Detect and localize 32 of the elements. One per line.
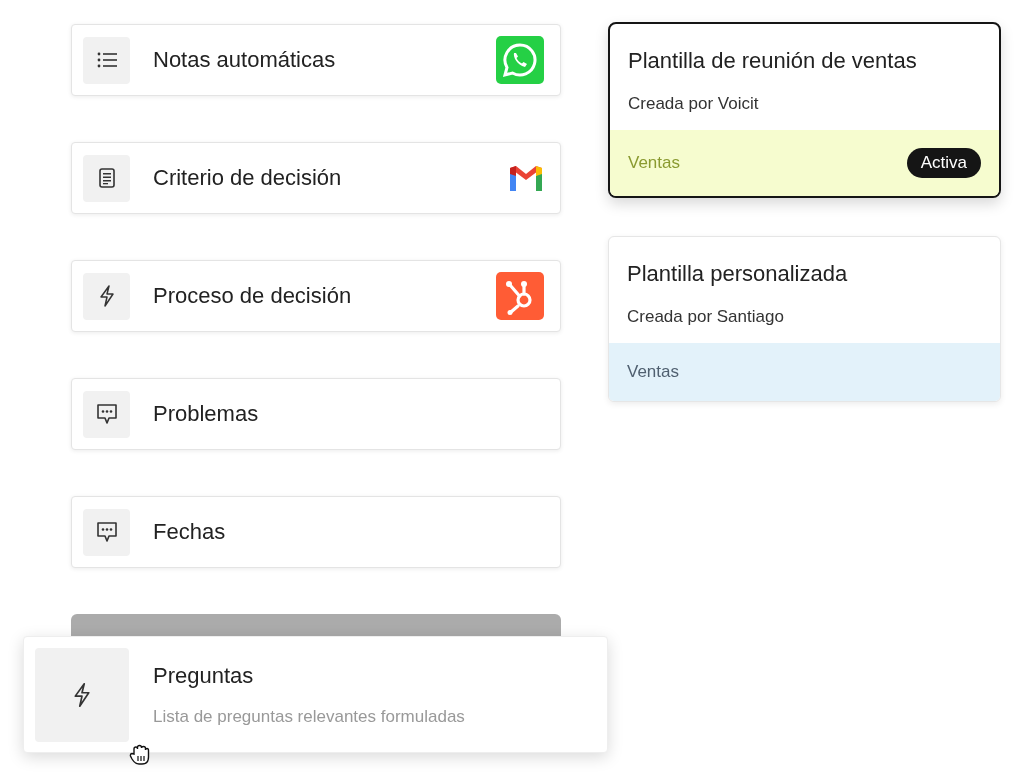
document-icon bbox=[98, 168, 115, 188]
section-label: Proceso de decisión bbox=[153, 283, 353, 309]
section-label: Problemas bbox=[153, 401, 260, 427]
template-author: Creada por Voicit bbox=[628, 94, 760, 114]
chat-icon bbox=[95, 403, 118, 425]
section-title: Preguntas bbox=[153, 662, 255, 689]
template-card[interactable]: Plantilla personalizada Creada por Santiago Ventas bbox=[608, 236, 1001, 402]
status-badge: Activa bbox=[906, 148, 981, 178]
template-title: Plantilla de reunión de ventas bbox=[628, 48, 918, 74]
template-title: Plantilla personalizada bbox=[627, 261, 849, 287]
section-description: Lista de preguntas relevantes formuladas bbox=[153, 706, 465, 727]
list-icon bbox=[96, 52, 117, 68]
category-label: Ventas bbox=[627, 362, 679, 382]
section-card[interactable]: Fechas bbox=[71, 496, 561, 568]
bolt-icon bbox=[98, 285, 115, 307]
section-label: Notas automáticas bbox=[153, 47, 337, 73]
category-label: Ventas bbox=[628, 153, 680, 173]
section-card[interactable]: Notas automáticas bbox=[71, 24, 561, 96]
grab-cursor-icon bbox=[129, 744, 151, 766]
template-card[interactable]: Plantilla de reunión de ventas Creada por Voicit Ventas Activa bbox=[608, 22, 1001, 198]
section-card[interactable]: Criterio de decisión bbox=[71, 142, 561, 214]
template-author: Creada por Santiago bbox=[627, 307, 785, 327]
bolt-icon bbox=[73, 681, 91, 708]
mail-icon bbox=[508, 164, 544, 192]
chat-bubble-icon bbox=[496, 36, 544, 84]
dragged-section-card[interactable]: Preguntas Lista de preguntas relevantes formuladas bbox=[23, 636, 608, 753]
sprocket-icon bbox=[496, 272, 544, 320]
chat-icon bbox=[95, 521, 118, 543]
section-card[interactable]: Proceso de decisión bbox=[71, 260, 561, 332]
section-card[interactable]: Problemas bbox=[71, 378, 561, 450]
section-label: Fechas bbox=[153, 519, 227, 545]
section-label: Criterio de decisión bbox=[153, 165, 343, 191]
